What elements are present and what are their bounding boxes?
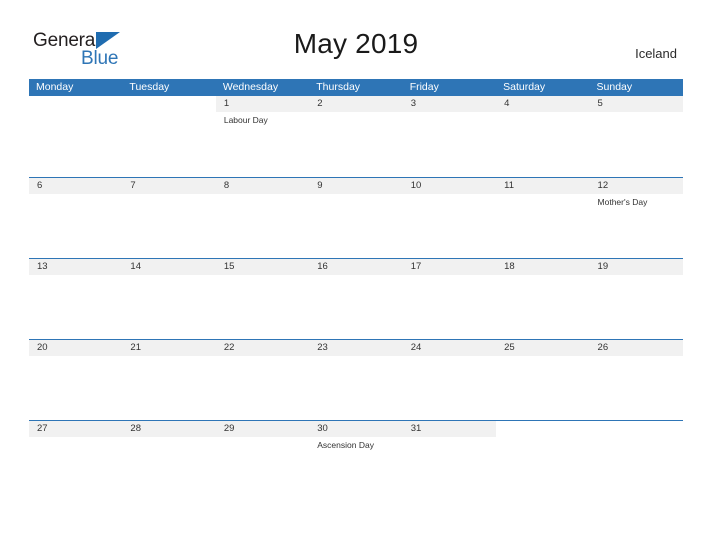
week-daynum-band: 20 21 22 23 24 25 26 xyxy=(29,340,683,356)
week-events-band: Labour Day xyxy=(29,112,683,176)
page-header: General Blue May 2019 Iceland xyxy=(0,0,712,79)
day-number[interactable]: 22 xyxy=(216,340,309,356)
day-event xyxy=(309,194,402,258)
day-number[interactable]: 27 xyxy=(29,421,122,437)
day-event xyxy=(496,194,589,258)
week-daynum-band: 1 2 3 4 5 xyxy=(29,96,683,112)
day-number[interactable]: 1 xyxy=(216,96,309,112)
day-number[interactable]: 12 xyxy=(590,178,683,194)
day-event xyxy=(403,275,496,339)
day-event xyxy=(496,275,589,339)
day-number[interactable]: 5 xyxy=(590,96,683,112)
day-number[interactable]: 23 xyxy=(309,340,402,356)
day-number[interactable]: 30 xyxy=(309,421,402,437)
week-row: 20 21 22 23 24 25 26 xyxy=(29,339,683,420)
day-event xyxy=(309,356,402,420)
day-event xyxy=(403,194,496,258)
day-event xyxy=(216,356,309,420)
day-number[interactable]: 7 xyxy=(122,178,215,194)
day-event xyxy=(216,275,309,339)
day-number[interactable]: 6 xyxy=(29,178,122,194)
day-event xyxy=(216,194,309,258)
day-number[interactable]: 26 xyxy=(590,340,683,356)
day-event xyxy=(122,437,215,501)
week-events-band xyxy=(29,275,683,339)
day-event xyxy=(496,356,589,420)
day-event xyxy=(403,356,496,420)
day-event xyxy=(29,112,122,176)
day-number[interactable]: 8 xyxy=(216,178,309,194)
day-event xyxy=(590,112,683,176)
day-event xyxy=(122,194,215,258)
day-number[interactable] xyxy=(496,421,590,437)
day-event xyxy=(496,112,589,176)
day-number[interactable]: 25 xyxy=(496,340,589,356)
day-number[interactable]: 29 xyxy=(216,421,309,437)
week-daynum-band: 13 14 15 16 17 18 19 xyxy=(29,259,683,275)
day-number[interactable]: 31 xyxy=(403,421,496,437)
week-events-band xyxy=(29,356,683,420)
weekday-thursday: Thursday xyxy=(316,81,361,93)
weekday-friday: Friday xyxy=(409,81,439,93)
day-event xyxy=(29,275,122,339)
day-event xyxy=(122,275,215,339)
day-number[interactable]: 21 xyxy=(122,340,215,356)
calendar-page: General Blue May 2019 Iceland Monday Tue… xyxy=(0,0,712,550)
day-number[interactable] xyxy=(29,96,123,112)
day-number[interactable]: 15 xyxy=(216,259,309,275)
day-event xyxy=(590,275,683,339)
week-row: 1 2 3 4 5 Labour Day xyxy=(29,96,683,177)
day-number[interactable] xyxy=(122,96,216,112)
day-number[interactable]: 18 xyxy=(496,259,589,275)
day-event xyxy=(29,194,122,258)
week-row: 27 28 29 30 31 Ascension Day xyxy=(29,420,683,501)
country-label: Iceland xyxy=(635,46,677,61)
day-number[interactable]: 16 xyxy=(309,259,402,275)
day-number[interactable] xyxy=(589,421,683,437)
day-event xyxy=(122,112,215,176)
day-number[interactable]: 9 xyxy=(309,178,402,194)
day-event xyxy=(122,356,215,420)
day-number[interactable]: 4 xyxy=(496,96,589,112)
week-row: 6 7 8 9 10 11 12 Mother's Day xyxy=(29,177,683,258)
day-number[interactable]: 3 xyxy=(403,96,496,112)
page-title: May 2019 xyxy=(293,28,419,59)
week-events-band: Ascension Day xyxy=(29,437,683,501)
day-number[interactable]: 11 xyxy=(496,178,589,194)
weekday-monday: Monday xyxy=(36,81,74,93)
day-event xyxy=(29,356,122,420)
day-event: Labour Day xyxy=(223,115,268,125)
week-row: 13 14 15 16 17 18 19 xyxy=(29,258,683,339)
day-event xyxy=(403,112,496,176)
day-number[interactable]: 19 xyxy=(590,259,683,275)
day-number[interactable]: 17 xyxy=(403,259,496,275)
weekday-header-row: Monday Tuesday Wednesday Thursday Friday… xyxy=(29,79,683,96)
day-number[interactable]: 28 xyxy=(122,421,215,437)
weekday-saturday: Saturday xyxy=(503,81,546,93)
day-event: Mother's Day xyxy=(597,197,648,207)
day-event: Ascension Day xyxy=(317,440,374,450)
day-number[interactable]: 2 xyxy=(309,96,402,112)
weekday-sunday: Sunday xyxy=(596,81,633,93)
day-event xyxy=(590,437,683,501)
week-events-band: Mother's Day xyxy=(29,194,683,258)
day-number[interactable]: 20 xyxy=(29,340,122,356)
calendar-grid: Monday Tuesday Wednesday Thursday Friday… xyxy=(29,79,683,501)
weekday-wednesday: Wednesday xyxy=(222,81,279,93)
day-event xyxy=(309,275,402,339)
day-number[interactable]: 14 xyxy=(122,259,215,275)
day-event xyxy=(216,437,309,501)
day-event xyxy=(309,112,402,176)
day-number[interactable]: 24 xyxy=(403,340,496,356)
day-event xyxy=(496,437,589,501)
day-event xyxy=(403,437,496,501)
day-number[interactable]: 13 xyxy=(29,259,122,275)
day-number[interactable]: 10 xyxy=(403,178,496,194)
weekday-tuesday: Tuesday xyxy=(129,81,170,93)
day-event xyxy=(29,437,122,501)
day-event xyxy=(590,356,683,420)
week-daynum-band: 6 7 8 9 10 11 12 xyxy=(29,178,683,194)
week-daynum-band: 27 28 29 30 31 xyxy=(29,421,683,437)
